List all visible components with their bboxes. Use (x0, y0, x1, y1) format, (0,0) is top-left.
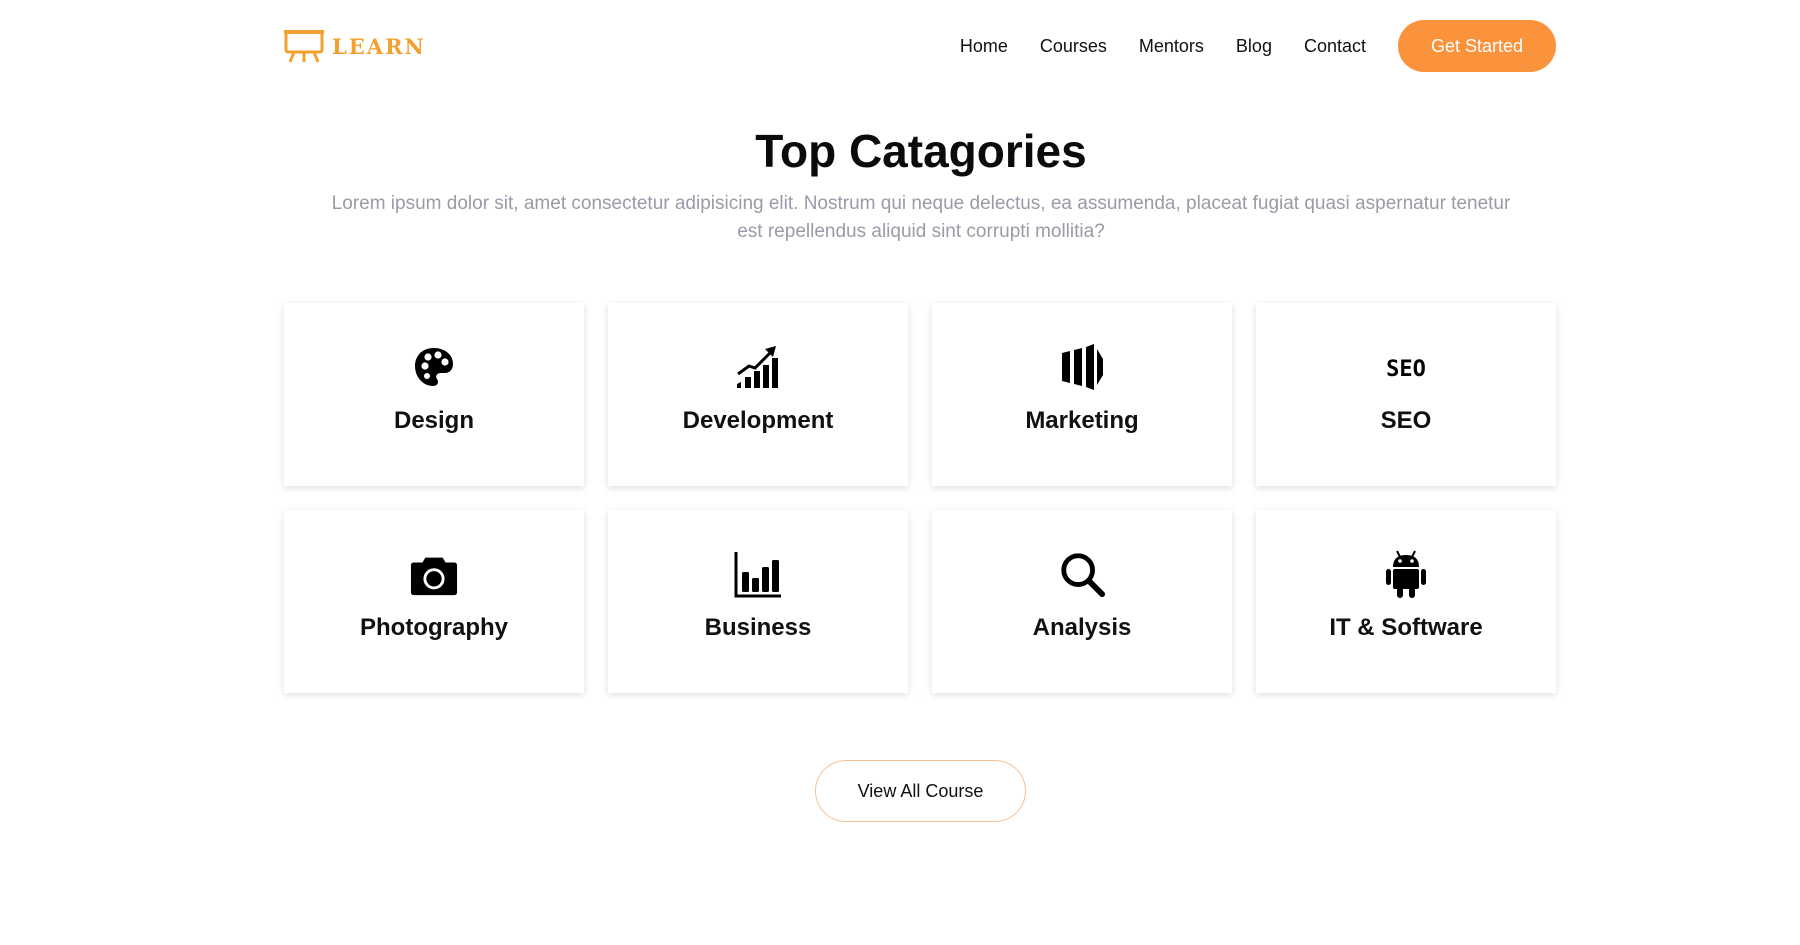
main-nav: Home Courses Mentors Blog Contact Get St… (960, 20, 1556, 72)
category-label: IT & Software (1329, 614, 1483, 641)
android-icon (1382, 550, 1430, 598)
site-header: LEARN Home Courses Mentors Blog Contact … (284, 20, 1556, 72)
category-card-business[interactable]: Business (608, 510, 908, 693)
nav-link-contact[interactable]: Contact (1304, 36, 1366, 57)
easel-board-icon (284, 30, 324, 63)
category-card-development[interactable]: Development (608, 303, 908, 486)
nav-link-home[interactable]: Home (960, 36, 1008, 57)
section-title: Top Catagories (755, 125, 1087, 177)
category-label: Analysis (1032, 614, 1132, 641)
bar-chart-icon (734, 550, 782, 598)
category-label: Development (682, 407, 834, 434)
category-card-analysis[interactable]: Analysis (932, 510, 1232, 693)
marketing-bars-icon (1058, 343, 1106, 391)
svg-text:SEO: SEO (1386, 357, 1426, 380)
category-label: Marketing (1025, 407, 1139, 434)
section-subtitle: Lorem ipsum dolor sit, amet consectetur … (331, 193, 1511, 242)
category-card-it-software[interactable]: IT & Software (1256, 510, 1556, 693)
palette-icon (410, 343, 458, 391)
category-card-marketing[interactable]: Marketing (932, 303, 1232, 486)
category-card-seo[interactable]: SEO SEO (1256, 303, 1556, 486)
get-started-button[interactable]: Get Started (1398, 20, 1556, 72)
page: LEARN Home Courses Mentors Blog Contact … (0, 0, 1800, 945)
nav-link-blog[interactable]: Blog (1236, 36, 1272, 57)
view-all-course-button[interactable]: View All Course (815, 760, 1026, 822)
search-icon (1058, 550, 1106, 598)
brand-logo[interactable]: LEARN (284, 28, 426, 64)
category-card-photography[interactable]: Photography (284, 510, 584, 693)
brand-name: LEARN (332, 33, 426, 59)
category-label: Business (704, 614, 812, 641)
seo-icon: SEO (1382, 343, 1430, 391)
category-card-design[interactable]: Design (284, 303, 584, 486)
category-grid: Design Development Marketing SEO SEO Pho… (284, 303, 1556, 693)
nav-link-courses[interactable]: Courses (1040, 36, 1107, 57)
nav-link-mentors[interactable]: Mentors (1139, 36, 1204, 57)
growth-chart-icon (734, 343, 782, 391)
category-label: Photography (360, 614, 508, 641)
category-label: SEO (1380, 407, 1432, 434)
camera-icon (410, 550, 458, 598)
category-label: Design (393, 407, 474, 434)
